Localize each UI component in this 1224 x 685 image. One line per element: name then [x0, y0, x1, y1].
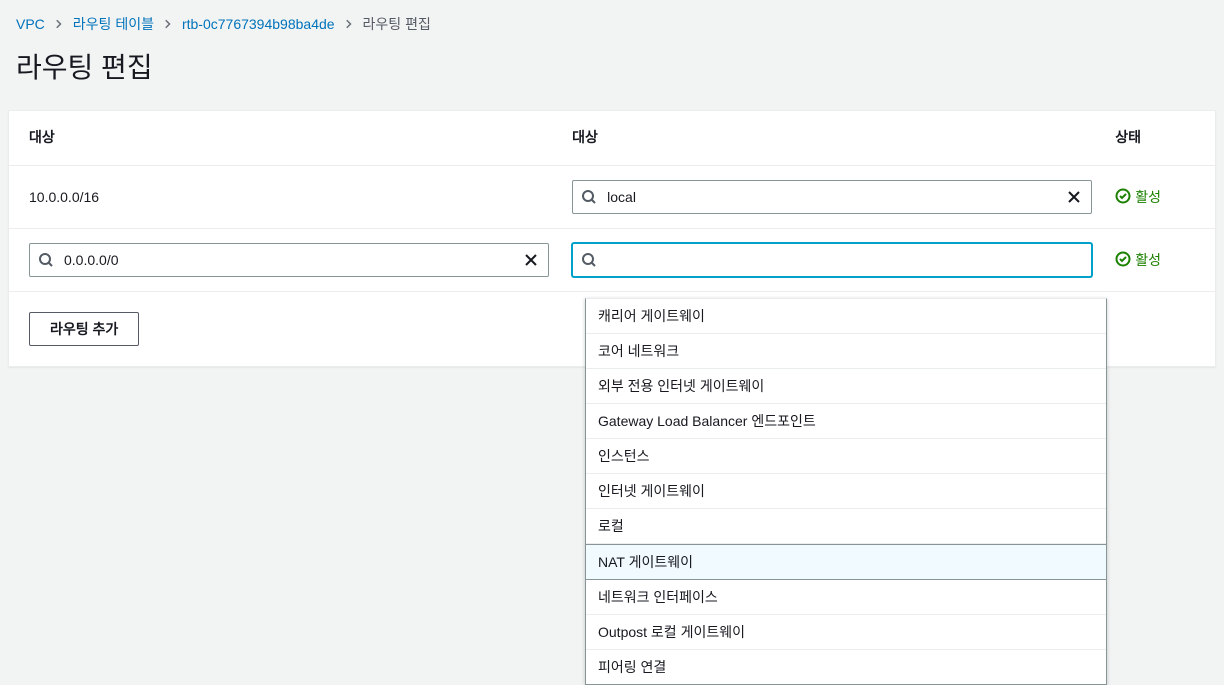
target-cell: [572, 243, 1115, 277]
table-row: 활성: [9, 229, 1215, 291]
search-icon: [581, 189, 597, 205]
dropdown-item-nat-gateway[interactable]: NAT 게이트웨이: [586, 544, 1106, 580]
col-header-destination: 대상: [29, 127, 572, 147]
target-dropdown: 캐리어 게이트웨이 코어 네트워크 외부 전용 인터넷 게이트웨이 Gatewa…: [585, 298, 1107, 685]
close-icon[interactable]: [521, 250, 541, 270]
dropdown-item-internet-gateway[interactable]: 인터넷 게이트웨이: [586, 474, 1106, 509]
dropdown-item-core-network[interactable]: 코어 네트워크: [586, 334, 1106, 369]
breadcrumb-link-route-tables[interactable]: 라우팅 테이블: [73, 14, 154, 34]
dropdown-item-local[interactable]: 로컬: [586, 509, 1106, 544]
col-header-target: 대상: [572, 127, 1115, 147]
breadcrumb-link-rtb-id[interactable]: rtb-0c7767394b98ba4de: [182, 16, 335, 32]
dropdown-item-instance[interactable]: 인스턴스: [586, 439, 1106, 474]
dropdown-item-outpost-lgw[interactable]: Outpost 로컬 게이트웨이: [586, 615, 1106, 650]
table-header-row: 대상 대상 상태: [9, 111, 1215, 165]
breadcrumb-link-vpc[interactable]: VPC: [16, 16, 45, 32]
dropdown-item-network-interface[interactable]: 네트워크 인터페이스: [586, 580, 1106, 615]
destination-value: 10.0.0.0/16: [29, 189, 99, 205]
table-row: 10.0.0.0/16 활성: [9, 166, 1215, 228]
check-circle-icon: [1115, 251, 1131, 270]
dropdown-item-gwlb-endpoint[interactable]: Gateway Load Balancer 엔드포인트: [586, 404, 1106, 439]
target-input-wrap: [572, 243, 1092, 277]
status-cell: 활성: [1115, 187, 1195, 207]
dropdown-item-carrier-gateway[interactable]: 캐리어 게이트웨이: [586, 299, 1106, 334]
chevron-right-icon: [343, 18, 355, 30]
status-label: 활성: [1135, 187, 1161, 207]
destination-cell: 10.0.0.0/16: [29, 189, 572, 205]
target-cell: [572, 180, 1115, 214]
page-title: 라우팅 편집: [0, 34, 1224, 110]
destination-input[interactable]: [29, 243, 549, 277]
breadcrumb-current: 라우팅 편집: [363, 14, 431, 34]
target-input[interactable]: [572, 180, 1092, 214]
search-icon: [581, 252, 597, 268]
status-cell: 활성: [1115, 250, 1195, 270]
col-header-status: 상태: [1115, 127, 1195, 147]
chevron-right-icon: [162, 18, 174, 30]
dropdown-item-peering-connection[interactable]: 피어링 연결: [586, 650, 1106, 684]
destination-cell: [29, 243, 572, 277]
breadcrumb: VPC 라우팅 테이블 rtb-0c7767394b98ba4de 라우팅 편집: [0, 0, 1224, 34]
add-route-button[interactable]: 라우팅 추가: [29, 312, 139, 346]
dropdown-item-egress-only-igw[interactable]: 외부 전용 인터넷 게이트웨이: [586, 369, 1106, 404]
check-circle-icon: [1115, 188, 1131, 207]
destination-input-wrap: [29, 243, 549, 277]
target-input[interactable]: [572, 243, 1092, 277]
close-icon[interactable]: [1064, 187, 1084, 207]
status-label: 활성: [1135, 250, 1161, 270]
search-icon: [38, 252, 54, 268]
target-input-wrap: [572, 180, 1092, 214]
chevron-right-icon: [53, 18, 65, 30]
